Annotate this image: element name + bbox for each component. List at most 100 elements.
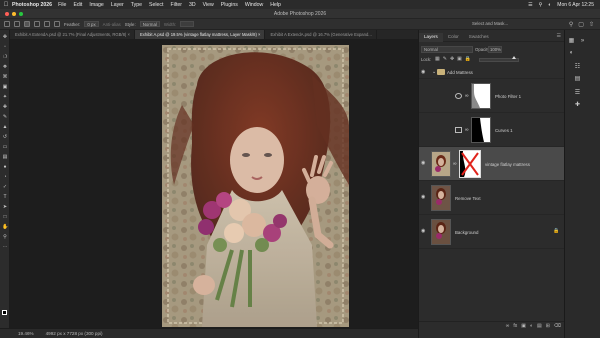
wifi-icon[interactable]: ☰: [528, 2, 532, 8]
layer-thumbnail[interactable]: [431, 219, 451, 245]
link-layers-icon[interactable]: ∞: [506, 323, 510, 329]
lock-all-icon[interactable]: 🔒: [465, 56, 471, 62]
crop-tool-icon[interactable]: ⌘: [2, 74, 8, 80]
layer-row-photo-filter[interactable]: ∞ Photo Filter 1: [419, 79, 565, 113]
blend-mode-select[interactable]: Normal: [421, 46, 473, 53]
menu-layer[interactable]: Layer: [111, 2, 124, 8]
hand-tool-icon[interactable]: ✋: [2, 224, 8, 230]
dodge-tool-icon[interactable]: ◔: [2, 174, 8, 180]
visibility-eye-icon[interactable]: ◉: [421, 229, 427, 234]
visibility-eye-icon[interactable]: ◉: [421, 161, 427, 166]
document-photo[interactable]: [162, 45, 349, 327]
menu-select[interactable]: Select: [149, 2, 163, 8]
object-select-tool-icon[interactable]: ❖: [2, 64, 8, 70]
menu-image[interactable]: Image: [89, 2, 103, 8]
menu-file[interactable]: File: [58, 2, 66, 8]
layer-thumbnail[interactable]: [431, 185, 451, 211]
menu-edit[interactable]: Edit: [73, 2, 82, 8]
history-icon[interactable]: ▤: [574, 76, 581, 83]
control-center-icon[interactable]: ◐: [548, 2, 551, 8]
lock-transparent-icon[interactable]: ▦: [435, 56, 440, 62]
layer-name[interactable]: Curves 1: [495, 128, 513, 133]
lasso-tool-icon[interactable]: ❍: [2, 54, 8, 60]
marquee-tool-preset-icon[interactable]: [14, 21, 20, 27]
tab-layers[interactable]: Layers: [419, 33, 443, 42]
foreground-color-swatch[interactable]: [2, 310, 7, 315]
feather-input[interactable]: 0 px: [84, 21, 99, 27]
pen-tool-icon[interactable]: ✓: [2, 184, 8, 190]
layer-name[interactable]: vintage flatlay mattress: [485, 162, 530, 167]
document-info[interactable]: 4992 px x 7728 px (300 ppi): [46, 331, 103, 336]
intersect-selection-icon[interactable]: [54, 21, 60, 27]
layer-row-remove-text[interactable]: ◉ Remove Text: [419, 181, 565, 215]
layer-row-background[interactable]: ◉ Background 🔒: [419, 215, 565, 249]
libraries-icon[interactable]: ☷: [574, 64, 581, 71]
workspace-icon[interactable]: ▢: [578, 21, 584, 28]
zoom-level[interactable]: 19.46%: [18, 331, 34, 336]
path-selection-tool-icon[interactable]: ➤: [2, 204, 8, 210]
new-group-icon[interactable]: ▤: [537, 323, 542, 329]
menu-3d[interactable]: 3D: [189, 2, 196, 8]
move-tool-icon[interactable]: ✥: [2, 34, 8, 40]
layer-mask-thumbnail[interactable]: [459, 150, 481, 178]
history-brush-tool-icon[interactable]: ↺: [2, 134, 8, 140]
paths-icon[interactable]: ✚: [574, 102, 581, 109]
layer-row-add-mattress[interactable]: ◉ ⌄ Add Mattress: [419, 67, 565, 79]
eraser-tool-icon[interactable]: ▭: [2, 144, 8, 150]
edit-toolbar-icon[interactable]: ⋯: [2, 244, 8, 250]
delete-layer-icon[interactable]: ⌫: [554, 323, 561, 329]
lock-pixels-icon[interactable]: ✎: [443, 56, 447, 62]
channels-icon[interactable]: ☰: [574, 90, 581, 97]
opacity-input[interactable]: 100%: [488, 46, 502, 53]
spot-healing-tool-icon[interactable]: ✚: [2, 104, 8, 110]
collapse-panels-icon[interactable]: »: [579, 38, 586, 45]
tab-exhibit-a-extenda[interactable]: Exhibit A ExtendA.psd @ 21.7% (Final Adj…: [10, 30, 135, 39]
layer-name[interactable]: Background: [455, 230, 478, 235]
frame-tool-icon[interactable]: ▣: [2, 84, 8, 90]
tab-swatches[interactable]: Swatches: [464, 33, 494, 42]
menu-filter[interactable]: Filter: [170, 2, 182, 8]
tab-exhibit-a-generative[interactable]: Exhibit A ExtendA.psd @ 16.7% (Generativ…: [265, 30, 377, 39]
tab-color[interactable]: Color: [443, 33, 464, 42]
gradient-tool-icon[interactable]: ▤: [2, 154, 8, 160]
eyedropper-tool-icon[interactable]: ✦: [2, 94, 8, 100]
rectangle-tool-icon[interactable]: □: [2, 214, 8, 220]
adjustments-icon[interactable]: ◐: [568, 50, 575, 57]
layer-name[interactable]: Remove Text: [455, 196, 481, 201]
type-tool-icon[interactable]: T: [2, 194, 8, 200]
add-selection-icon[interactable]: [34, 21, 40, 27]
share-icon[interactable]: ⇧: [589, 21, 594, 28]
zoom-tool-icon[interactable]: ⚲: [2, 234, 8, 240]
menu-plugins[interactable]: Plugins: [221, 2, 238, 8]
app-menu[interactable]: Photoshop 2026: [12, 2, 52, 8]
tab-exhibit-a[interactable]: Exhibit A.psd @ 19.5% (vintage flatlay m…: [134, 30, 266, 39]
group-chevron-icon[interactable]: ⌄: [432, 69, 436, 75]
menu-window[interactable]: Window: [245, 2, 263, 8]
artboard-tool-icon[interactable]: ▫: [2, 44, 8, 50]
lock-icon[interactable]: 🔒: [553, 228, 559, 234]
new-layer-icon[interactable]: ⊞: [546, 323, 550, 329]
menu-view[interactable]: View: [203, 2, 214, 8]
lock-position-icon[interactable]: ✥: [450, 56, 454, 62]
subtract-selection-icon[interactable]: [44, 21, 50, 27]
menu-help[interactable]: Help: [270, 2, 281, 8]
add-mask-icon[interactable]: ▣: [521, 323, 526, 329]
layer-name[interactable]: Add Mattress: [447, 70, 473, 75]
layer-mask-thumbnail[interactable]: [471, 117, 491, 143]
menu-type[interactable]: Type: [131, 2, 142, 8]
layer-row-vintage-mattress[interactable]: ◉ ∞ vintage flatlay mattress: [419, 147, 565, 181]
blur-tool-icon[interactable]: ●: [2, 164, 8, 170]
canvas-area[interactable]: [10, 39, 418, 328]
fill-slider[interactable]: [479, 56, 519, 62]
layer-row-curves[interactable]: ∞ Curves 1: [419, 113, 565, 147]
adjustment-layer-icon[interactable]: ◐: [530, 323, 533, 329]
home-icon[interactable]: [4, 21, 10, 27]
new-selection-icon[interactable]: [24, 21, 30, 27]
visibility-eye-icon[interactable]: ◉: [421, 70, 427, 75]
clone-stamp-tool-icon[interactable]: ▲: [2, 124, 8, 130]
clock[interactable]: Mon 6 Apr 12:25: [557, 2, 594, 8]
visibility-eye-icon[interactable]: ◉: [421, 195, 427, 200]
fill-slider-thumb[interactable]: [512, 56, 517, 59]
width-input[interactable]: [180, 21, 195, 27]
layer-mask-thumbnail[interactable]: [471, 83, 491, 109]
